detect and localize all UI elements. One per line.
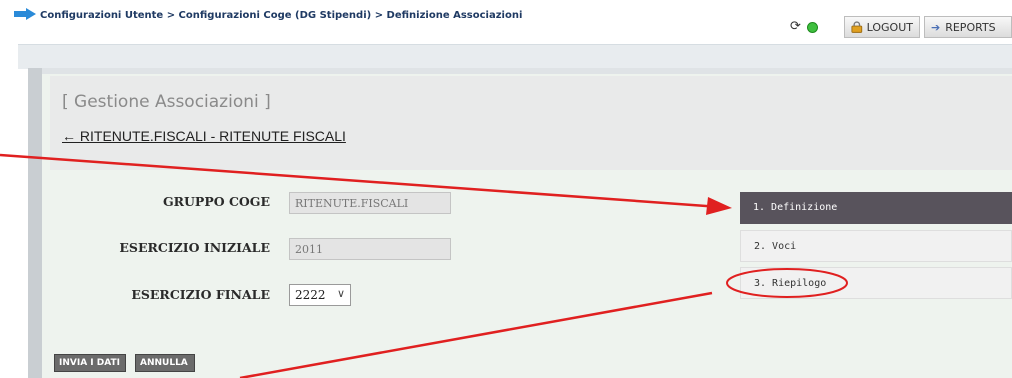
breadcrumb: Configurazioni Utente > Configurazioni C… [40,10,523,21]
gruppo-coge-label: GRUPPO COGE [162,194,270,209]
step-voci[interactable]: 2. Voci [740,230,1012,262]
chevron-down-icon: ∨ [336,287,345,300]
esercizio-finale-value: 2222 [295,288,326,302]
esercizio-finale-select[interactable]: 2222 ∨ [289,284,351,306]
step-definizione[interactable]: 1. Definizione [740,192,1012,224]
arrow-right-icon [14,8,36,20]
logout-label: LOGOUT [866,20,913,34]
top-bar: Configurazioni Utente > Configurazioni C… [0,0,1012,44]
esercizio-iniziale-field: 2011 [289,238,451,260]
left-strip [28,68,42,378]
refresh-icon[interactable]: ⟳ [790,20,801,34]
gruppo-coge-field: RITENUTE.FISCALI [289,192,451,214]
reports-label: REPORTS [945,20,996,34]
logout-button[interactable]: LOGOUT [844,16,920,38]
esercizio-iniziale-label: ESERCIZIO INIZIALE [119,240,270,255]
lock-icon [851,21,863,33]
reports-button[interactable]: ➔ REPORTS [924,16,1012,38]
arrow-right-icon: ➔ [931,20,941,34]
send-button[interactable]: INVIA I DATI [54,354,126,372]
page-title: [ Gestione Associazioni ] [62,92,271,112]
toolbar-strip [18,44,1012,69]
step-riepilogo[interactable]: 3. Riepilogo [740,267,1012,299]
back-link[interactable]: ← RITENUTE.FISCALI - RITENUTE FISCALI [62,128,346,144]
esercizio-finale-label: ESERCIZIO FINALE [131,287,270,302]
panel-header [50,76,1012,170]
cancel-button[interactable]: ANNULLA [135,354,195,372]
online-status-icon [807,22,818,33]
